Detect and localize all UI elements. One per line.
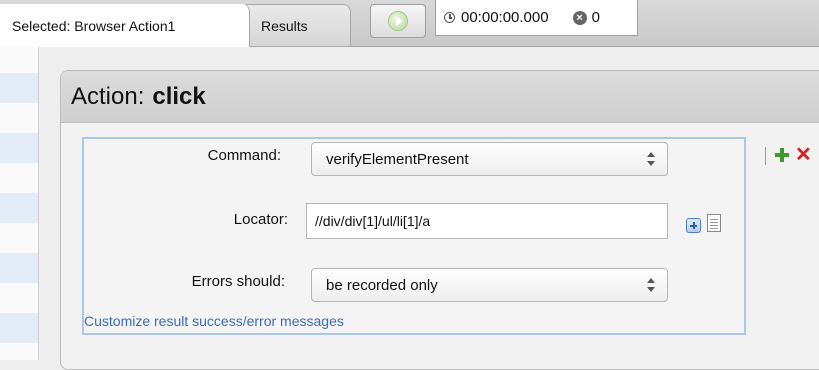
customize-messages-link[interactable]: Customize result success/error messages <box>84 313 344 329</box>
clock-icon <box>444 12 455 23</box>
action-header: Action: click <box>61 71 819 123</box>
document-icon[interactable] <box>707 214 721 232</box>
tab-results[interactable]: Results <box>246 4 351 46</box>
play-icon <box>388 11 408 31</box>
action-prefix: Action: <box>71 82 145 110</box>
select-arrows-icon <box>647 278 655 292</box>
errors-value: be recorded only <box>326 276 438 294</box>
red-x-icon[interactable]: ✕ <box>795 145 812 165</box>
add-icon[interactable] <box>686 218 701 233</box>
tab-results-label: Results <box>261 17 308 34</box>
tab-selected-label: Selected: Browser Action1 <box>12 17 176 34</box>
locator-value: //div/div[1]/ul/li[1]/a <box>315 213 431 229</box>
select-arrows-icon <box>647 152 655 166</box>
divider <box>765 147 766 165</box>
sidebar-row[interactable] <box>0 193 38 223</box>
command-label: Command: <box>207 147 281 164</box>
errors-label: Errors should: <box>191 273 285 290</box>
timer-value: 00:00:00.000 <box>461 9 549 26</box>
locator-label: Locator: <box>233 211 288 228</box>
timer-display: 00:00:00.000 × 0 <box>435 0 638 36</box>
tab-selected-browser-action[interactable]: Selected: Browser Action1 <box>0 4 250 47</box>
sidebar-row[interactable] <box>0 313 38 343</box>
error-count-icon: × <box>572 10 587 25</box>
command-select[interactable]: verifyElementPresent <box>311 142 668 176</box>
sidebar-row[interactable] <box>0 73 38 103</box>
sidebar-row[interactable] <box>0 253 38 283</box>
tab-bar: Results Selected: Browser Action1 00:00:… <box>0 0 819 47</box>
action-name: click <box>152 82 206 110</box>
errors-select[interactable]: be recorded only <box>311 268 668 302</box>
green-plus-icon[interactable] <box>775 148 789 162</box>
error-count: 0 <box>591 9 600 26</box>
play-button[interactable] <box>370 4 426 38</box>
command-value: verifyElementPresent <box>326 150 469 168</box>
locator-input[interactable]: //div/div[1]/ul/li[1]/a <box>306 203 668 239</box>
sidebar-row[interactable] <box>0 133 38 163</box>
sidebar <box>0 47 39 360</box>
